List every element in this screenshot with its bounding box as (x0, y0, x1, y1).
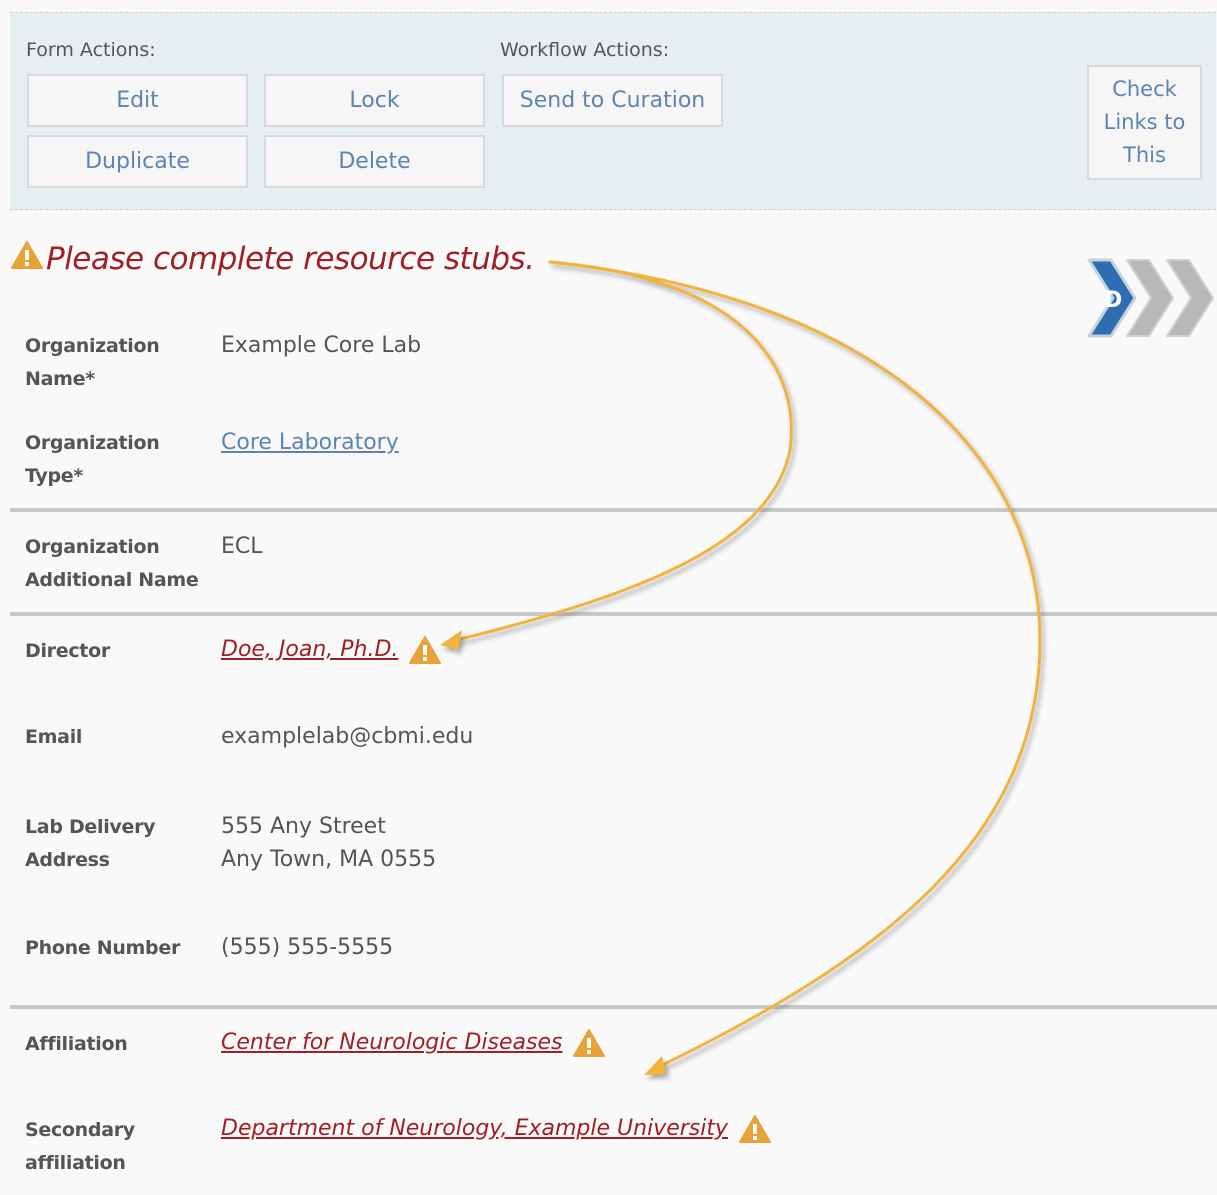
org-type-link[interactable]: Core Laboratory (221, 426, 399, 459)
check-links-line-3: This (1123, 143, 1166, 167)
org-type-label: Organization Type* (25, 432, 160, 487)
affiliation-label: Affiliation (25, 1033, 128, 1055)
director-row: Doe, Joan, Ph.D. (221, 633, 442, 666)
send-to-curation-button[interactable]: Send to Curation (502, 74, 723, 127)
workflow-stage-active-icon: D (1087, 258, 1137, 338)
workflow-stage-letter: D (1104, 288, 1122, 313)
address-label: Lab Delivery Address (25, 816, 156, 871)
check-links-line-1: Check (1112, 77, 1177, 101)
arrow-to-affiliation (548, 260, 1042, 1072)
email-label: Email (25, 726, 83, 748)
org-additional-name-label: Organization Additional Name (25, 536, 199, 591)
divider (10, 508, 1217, 512)
address-line-1: 555 Any Street (221, 814, 386, 839)
divider (10, 1005, 1217, 1009)
edit-button[interactable]: Edit (27, 74, 248, 127)
delete-button[interactable]: Delete (264, 135, 485, 188)
check-links-button[interactable]: Check Links to This (1087, 65, 1202, 180)
director-stub-link[interactable]: Doe, Joan, Ph.D. (221, 633, 398, 666)
divider (10, 612, 1217, 616)
duplicate-button[interactable]: Duplicate (27, 135, 248, 188)
org-name-value: Example Core Lab (221, 333, 422, 358)
secondary-affiliation-row: Department of Neurology, Example Univers… (221, 1112, 772, 1145)
form-actions-label: Form Actions: (26, 39, 156, 61)
email-value: examplelab@cbmi.edu (221, 724, 474, 749)
stub-warning: Please complete resource stubs. (10, 236, 535, 282)
address-value: 555 Any Street Any Town, MA 0555 (221, 810, 436, 876)
address-line-2: Any Town, MA 0555 (221, 847, 437, 872)
phone-value: (555) 555-5555 (221, 935, 394, 960)
director-label: Director (25, 640, 110, 662)
arrow-to-director (446, 260, 793, 644)
secondary-affiliation-label: Secondary affiliation (25, 1119, 135, 1174)
warning-icon (409, 635, 442, 664)
check-links-line-2: Links to (1103, 110, 1186, 134)
phone-label: Phone Number (25, 937, 181, 959)
workflow-progress[interactable]: D (1085, 258, 1215, 344)
arrowhead-affiliation-icon (644, 1056, 666, 1075)
lock-button[interactable]: Lock (264, 74, 485, 127)
warning-icon (10, 240, 44, 278)
org-additional-name-value: ECL (221, 534, 263, 559)
secondary-affiliation-stub-link[interactable]: Department of Neurology, Example Univers… (221, 1112, 728, 1145)
actions-panel: Form Actions: Workflow Actions: Edit Loc… (10, 12, 1216, 210)
warning-icon (573, 1028, 606, 1057)
affiliation-stub-link[interactable]: Center for Neurologic Diseases (221, 1026, 562, 1059)
org-name-label: Organization Name* (25, 335, 160, 390)
stub-warning-text: Please complete resource stubs. (46, 241, 535, 277)
workflow-actions-label: Workflow Actions: (500, 39, 670, 61)
warning-icon (739, 1114, 772, 1143)
arrowhead-director-icon (440, 630, 462, 650)
affiliation-row: Center for Neurologic Diseases (221, 1026, 606, 1059)
